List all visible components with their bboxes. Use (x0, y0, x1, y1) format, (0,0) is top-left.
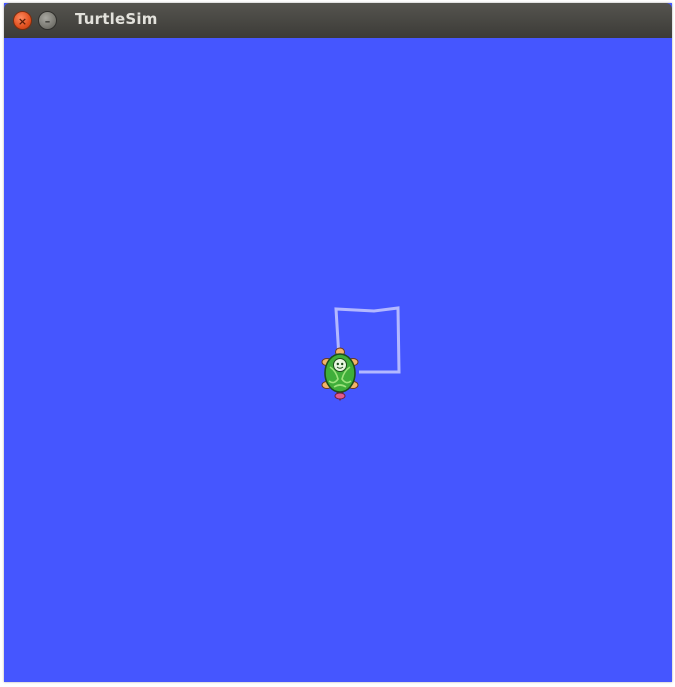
window-title: TurtleSim (75, 10, 158, 28)
simulation-canvas (4, 38, 672, 682)
title-bar[interactable]: × – TurtleSim (4, 3, 672, 38)
turtlesim-window: × – TurtleSim (4, 3, 672, 682)
canvas-drawing (321, 306, 401, 402)
close-icon[interactable]: × (13, 11, 32, 30)
minimize-icon[interactable]: – (38, 11, 57, 30)
turtle-icon (321, 347, 359, 402)
